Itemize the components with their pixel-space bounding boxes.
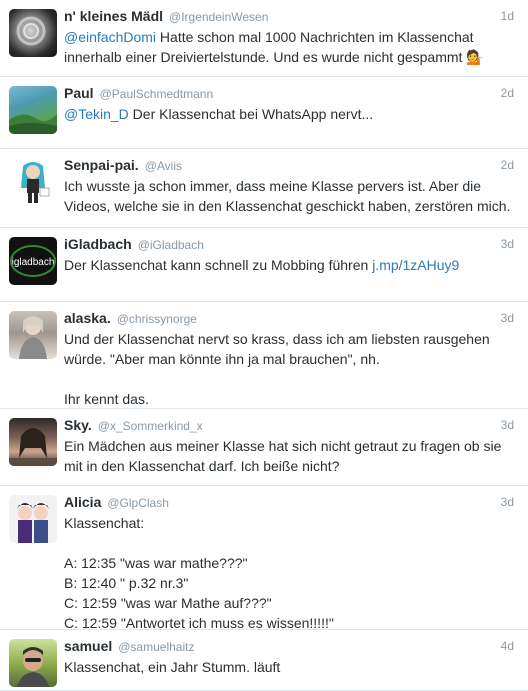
- tweet-timestamp[interactable]: 4d: [501, 639, 514, 653]
- tweet-header: Paul @PaulSchmedtmann 2d: [64, 85, 514, 103]
- tweet-line-text: mit in den Klassenchat darf. Ich beiße n…: [64, 458, 340, 474]
- tweet-text: Klassenchat: A: 12:35 "was war mathe???" B…: [64, 513, 516, 633]
- user-handle[interactable]: @GlpClash: [107, 496, 169, 510]
- user-name[interactable]: alaska.: [64, 310, 111, 326]
- tweet-line: @einfachDomi Hatte schon mal 1000 Nachri…: [64, 27, 516, 47]
- user-handle[interactable]: @chrissynorge: [117, 312, 197, 326]
- tweet-item[interactable]: Senpai-pai. @Aviis 2d Ich wusste ja schon i…: [0, 149, 528, 228]
- tweet-line-text: Und der Klassenchat nervt so krass, dass…: [64, 331, 490, 347]
- tweet-text: @Tekin_D Der Klassenchat bei WhatsApp ne…: [64, 104, 516, 124]
- user-handle[interactable]: @samuelhaitz: [118, 640, 194, 654]
- avatar[interactable]: [9, 86, 57, 134]
- svg-text:igladbach: igladbach: [12, 257, 55, 268]
- tweet-line-text: Ein Mädchen aus meiner Klasse hat sich n…: [64, 438, 502, 454]
- tweet-header: Alicia @GlpClash 3d: [64, 494, 514, 512]
- tweet-timestamp[interactable]: 1d: [501, 9, 514, 23]
- tweet-line-text: Videos, welche sie in den Klassenchat ge…: [64, 198, 511, 214]
- tweet-line: @Tekin_D Der Klassenchat bei WhatsApp ne…: [64, 104, 516, 124]
- user-handle[interactable]: @IrgendeinWesen: [169, 10, 268, 24]
- tweet-timestamp[interactable]: 3d: [501, 237, 514, 251]
- user-name[interactable]: iGladbach: [64, 236, 132, 252]
- avatar[interactable]: [9, 639, 57, 687]
- tweet-line-text: C: 12:59 "Antwortet ich muss es wissen!!…: [64, 615, 334, 631]
- tweet-line: A: 12:35 "was war mathe???": [64, 553, 516, 573]
- tweet-item[interactable]: igladbach iGladbach @iGladbach 3d Der Klasse…: [0, 228, 528, 302]
- tweet-timestamp[interactable]: 3d: [501, 418, 514, 432]
- tweet-timestamp[interactable]: 3d: [501, 495, 514, 509]
- tweet-header: alaska. @chrissynorge 3d: [64, 310, 514, 328]
- user-name[interactable]: Sky.: [64, 417, 92, 433]
- user-handle[interactable]: @iGladbach: [138, 238, 204, 252]
- tweet-feed: n' kleines Mädl @IrgendeinWesen 1d @einfach…: [0, 0, 528, 691]
- tweet-item[interactable]: Alicia @GlpClash 3d Klassenchat: A: 12:35 "w…: [0, 486, 528, 633]
- tweet-line-text: würde. "Aber man könnte ihn ja mal brauc…: [64, 351, 380, 367]
- tweet-item[interactable]: n' kleines Mädl @IrgendeinWesen 1d @einfach…: [0, 0, 528, 77]
- avatar[interactable]: [9, 495, 57, 543]
- avatar[interactable]: [9, 311, 57, 359]
- tweet-item[interactable]: alaska. @chrissynorge 3d Und der Klassencha…: [0, 302, 528, 409]
- tweet-line: Klassenchat:: [64, 513, 516, 533]
- user-name[interactable]: Senpai-pai.: [64, 157, 139, 173]
- tweet-line: mit in den Klassenchat darf. Ich beiße n…: [64, 456, 516, 476]
- user-name[interactable]: Alicia: [64, 494, 101, 510]
- tweet-line: Und der Klassenchat nervt so krass, dass…: [64, 329, 516, 349]
- tweet-line-text: Klassenchat:: [64, 515, 145, 531]
- tweet-text: @einfachDomi Hatte schon mal 1000 Nachri…: [64, 27, 516, 67]
- user-handle[interactable]: @PaulSchmedtmann: [100, 87, 214, 101]
- user-handle[interactable]: @x_Sommerkind_x: [98, 419, 203, 433]
- tweet-line: Ein Mädchen aus meiner Klasse hat sich n…: [64, 436, 516, 456]
- tweet-text: Klassenchat, ein Jahr Stumm. läuft: [64, 657, 516, 677]
- user-name[interactable]: samuel: [64, 638, 112, 654]
- mention-link[interactable]: @Tekin_D: [64, 106, 129, 122]
- tweet-line: C: 12:59 "was war Mathe auf???": [64, 593, 516, 613]
- tweet-line: innerhalb einer Dreiviertelstunde. Und e…: [64, 47, 516, 67]
- tweet-text: Ich wusste ja schon immer, dass meine Kl…: [64, 176, 516, 216]
- tweet-line-text: Der Klassenchat bei WhatsApp nervt...: [128, 106, 374, 122]
- tweet-line-text: Hatte schon mal 1000 Nachrichten im Klas…: [156, 29, 474, 45]
- tweet-line-text: B: 12:40 " p.32 nr.3": [64, 575, 189, 591]
- avatar[interactable]: [9, 418, 57, 466]
- tweet-line-text: C: 12:59 "was war Mathe auf???": [64, 595, 272, 611]
- tweet-line-text: Der Klassenchat kann schnell zu Mobbing …: [64, 257, 373, 273]
- avatar[interactable]: igladbach: [9, 237, 57, 285]
- tweet-item[interactable]: samuel @samuelhaitz 4d Klassenchat, ein Jah…: [0, 630, 528, 691]
- tweet-text: Der Klassenchat kann schnell zu Mobbing …: [64, 255, 516, 275]
- tweet-text: Ein Mädchen aus meiner Klasse hat sich n…: [64, 436, 516, 476]
- tweet-line: Der Klassenchat kann schnell zu Mobbing …: [64, 255, 516, 275]
- mention-link[interactable]: @einfachDomi: [64, 29, 156, 45]
- tweet-line-text: Ich wusste ja schon immer, dass meine Kl…: [64, 178, 482, 194]
- tweet-timestamp[interactable]: 2d: [501, 158, 514, 172]
- tweet-timestamp[interactable]: 2d: [501, 86, 514, 100]
- tweet-line-text: Klassenchat, ein Jahr Stumm. läuft: [64, 659, 281, 675]
- tweet-header: samuel @samuelhaitz 4d: [64, 638, 514, 656]
- tweet-item[interactable]: Paul @PaulSchmedtmann 2d @Tekin_D Der Klass…: [0, 77, 528, 149]
- user-name[interactable]: n' kleines Mädl: [64, 8, 163, 24]
- tweet-timestamp[interactable]: 3d: [501, 311, 514, 325]
- tweet-line: Ihr kennt das.: [64, 389, 516, 409]
- tweet-text: Und der Klassenchat nervt so krass, dass…: [64, 329, 516, 409]
- tweet-line-text: Ihr kennt das.: [64, 391, 149, 407]
- tweet-line: Ich wusste ja schon immer, dass meine Kl…: [64, 176, 516, 196]
- tweet-item[interactable]: Sky. @x_Sommerkind_x 3d Ein Mädchen aus mei…: [0, 409, 528, 486]
- avatar[interactable]: [9, 9, 57, 57]
- tweet-header: n' kleines Mädl @IrgendeinWesen 1d: [64, 8, 514, 26]
- tweet-line-text: A: 12:35 "was war mathe???": [64, 555, 248, 571]
- tweet-header: iGladbach @iGladbach 3d: [64, 236, 514, 254]
- user-name[interactable]: Paul: [64, 85, 94, 101]
- tweet-line: würde. "Aber man könnte ihn ja mal brauc…: [64, 349, 516, 369]
- avatar[interactable]: [9, 158, 57, 206]
- user-handle[interactable]: @Aviis: [145, 159, 182, 173]
- tweet-header: Senpai-pai. @Aviis 2d: [64, 157, 514, 175]
- tweet-header: Sky. @x_Sommerkind_x 3d: [64, 417, 514, 435]
- url-link[interactable]: j.mp/1zAHuy9: [372, 257, 459, 273]
- tweet-line-text: innerhalb einer Dreiviertelstunde. Und e…: [64, 49, 484, 65]
- tweet-line: Videos, welche sie in den Klassenchat ge…: [64, 196, 516, 216]
- tweet-line: Klassenchat, ein Jahr Stumm. läuft: [64, 657, 516, 677]
- tweet-line: B: 12:40 " p.32 nr.3": [64, 573, 516, 593]
